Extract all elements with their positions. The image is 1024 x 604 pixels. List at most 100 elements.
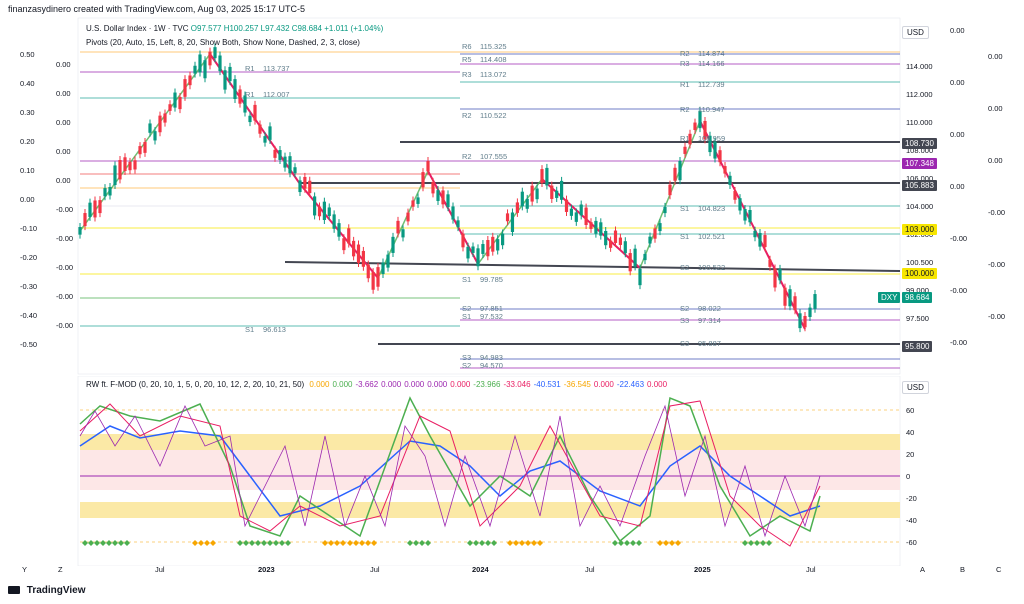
main-legend[interactable]: U.S. Dollar Index · 1W · TVC O97.577 H10… — [86, 23, 383, 34]
symbol-tag: DXY — [878, 292, 901, 303]
candle-body — [713, 141, 717, 159]
symbol-name[interactable]: U.S. Dollar Index · 1W · TVC — [86, 24, 189, 33]
candle-body — [123, 157, 127, 171]
candle-body — [411, 200, 415, 207]
pivot-value: 112.007 — [263, 90, 290, 99]
candle-body — [525, 198, 529, 209]
candle-body — [693, 122, 697, 130]
time-axis-label: Jul — [585, 565, 595, 574]
left-axis-label: 0.10 — [20, 166, 35, 175]
pivot-label: S1 — [462, 312, 472, 321]
candle-body — [545, 167, 549, 186]
candle-body — [352, 240, 356, 257]
candle-body — [550, 185, 554, 199]
candle-body — [678, 160, 682, 181]
candle-body — [733, 190, 737, 200]
candle-body — [361, 250, 365, 267]
ohlc-values: O97.577 H100.257 L97.432 C98.684 +1.011 … — [190, 24, 384, 33]
pivot-label: R2 — [462, 111, 472, 120]
pivot-value: 96.613 — [263, 325, 286, 334]
price-axis-label: 114.000 — [906, 62, 933, 71]
oscillator-value: -40.531 — [533, 380, 561, 389]
oscillator-axis-label: 20 — [906, 450, 915, 459]
currency-badge[interactable]: USD — [902, 26, 929, 39]
pivot-value: 113.072 — [480, 70, 507, 79]
candle-body — [555, 190, 559, 198]
candle-body — [763, 235, 767, 248]
a-control[interactable]: A — [920, 565, 925, 574]
candle-body — [718, 150, 722, 163]
candle-body — [594, 220, 598, 234]
z-control[interactable]: Z — [58, 565, 63, 574]
candle-body — [658, 223, 662, 232]
candle-body — [83, 213, 87, 227]
candle-body — [673, 167, 677, 181]
candle-body — [753, 230, 757, 238]
candle-body — [505, 213, 510, 222]
oscillator-axis-label: -40 — [906, 516, 917, 525]
candle-body — [298, 180, 302, 193]
left-axis-label-2: -0.00 — [56, 263, 74, 272]
right-axis-label: -0.00 — [988, 312, 1006, 321]
candle-body — [520, 191, 524, 207]
candle-body — [663, 206, 667, 214]
oscillator-value: -22.463 — [616, 380, 645, 389]
candle-body — [530, 185, 534, 202]
candle-body — [441, 190, 445, 205]
pivot-label: R1 — [680, 134, 690, 143]
left-axis-label-2: -0.00 — [56, 292, 74, 301]
oscillator-title[interactable]: RW ft. F-MOD (0, 20, 10, 1, 5, 0, 20, 10… — [86, 380, 304, 389]
pivot-label: R3 — [462, 70, 472, 79]
candle-body — [153, 131, 157, 141]
b-control[interactable]: B — [960, 565, 965, 574]
candle-body — [653, 228, 657, 239]
candle-body — [218, 55, 222, 72]
candle-body — [78, 227, 82, 235]
left-axis-label: -0.10 — [20, 224, 38, 233]
time-axis[interactable]: Y Z A B C Jul 2023 Jul 2024 Jul 2025 Jul — [0, 565, 1024, 577]
candle-body — [623, 241, 627, 254]
left-axis-label-2: 0.00 — [56, 176, 71, 185]
candle-body — [768, 259, 772, 267]
price-level-tag: 107.348 — [902, 158, 937, 169]
candle-body — [248, 115, 252, 123]
price-axis-label: 100.500 — [906, 258, 934, 267]
candle-body — [638, 268, 642, 286]
candle-body — [347, 228, 351, 244]
y-control[interactable]: Y — [22, 565, 27, 574]
candle-body — [88, 202, 92, 217]
candle-body — [258, 124, 262, 134]
left-axis-label: -0.40 — [20, 311, 38, 320]
left-axis-label-2: 0.00 — [56, 147, 71, 156]
candle-body — [133, 160, 137, 170]
pivot-value: 104.823 — [698, 204, 726, 213]
candle-body — [579, 204, 583, 216]
c-control[interactable]: C — [996, 565, 1001, 574]
time-axis-label: 2024 — [472, 565, 489, 574]
pivot-value: 97.314 — [698, 316, 721, 325]
candle-body — [648, 236, 652, 244]
oscillator-pane[interactable] — [0, 376, 1024, 566]
candle-body — [313, 196, 317, 216]
left-axis-label-2: -0.00 — [56, 205, 74, 214]
candle-body — [728, 175, 732, 185]
oscillator-axis-label: 40 — [906, 428, 915, 437]
oscillator-value: -23.966 — [473, 380, 501, 389]
candle-body — [491, 236, 495, 252]
price-level-tag: 100.000 — [902, 268, 937, 279]
candle-body — [683, 146, 687, 154]
oscillator-legend[interactable]: RW ft. F-MOD (0, 20, 10, 1, 5, 0, 20, 10… — [86, 380, 667, 389]
left-axis-label-2: -0.00 — [56, 234, 74, 243]
oscillator-currency-badge[interactable]: USD — [902, 381, 929, 394]
footer-brand[interactable]: TradingView — [8, 585, 86, 596]
candle-body — [263, 136, 267, 143]
candle-body — [758, 232, 762, 247]
candle-body — [173, 92, 177, 108]
pivots-legend[interactable]: Pivots (20, Auto, 15, Left, 8, 20, Show … — [86, 37, 360, 48]
candle-body — [783, 287, 787, 306]
price-chart[interactable] — [0, 16, 1024, 376]
candle-body — [416, 197, 420, 204]
candle-body — [461, 233, 465, 248]
candle-body — [589, 222, 593, 229]
candle-body — [327, 207, 331, 217]
